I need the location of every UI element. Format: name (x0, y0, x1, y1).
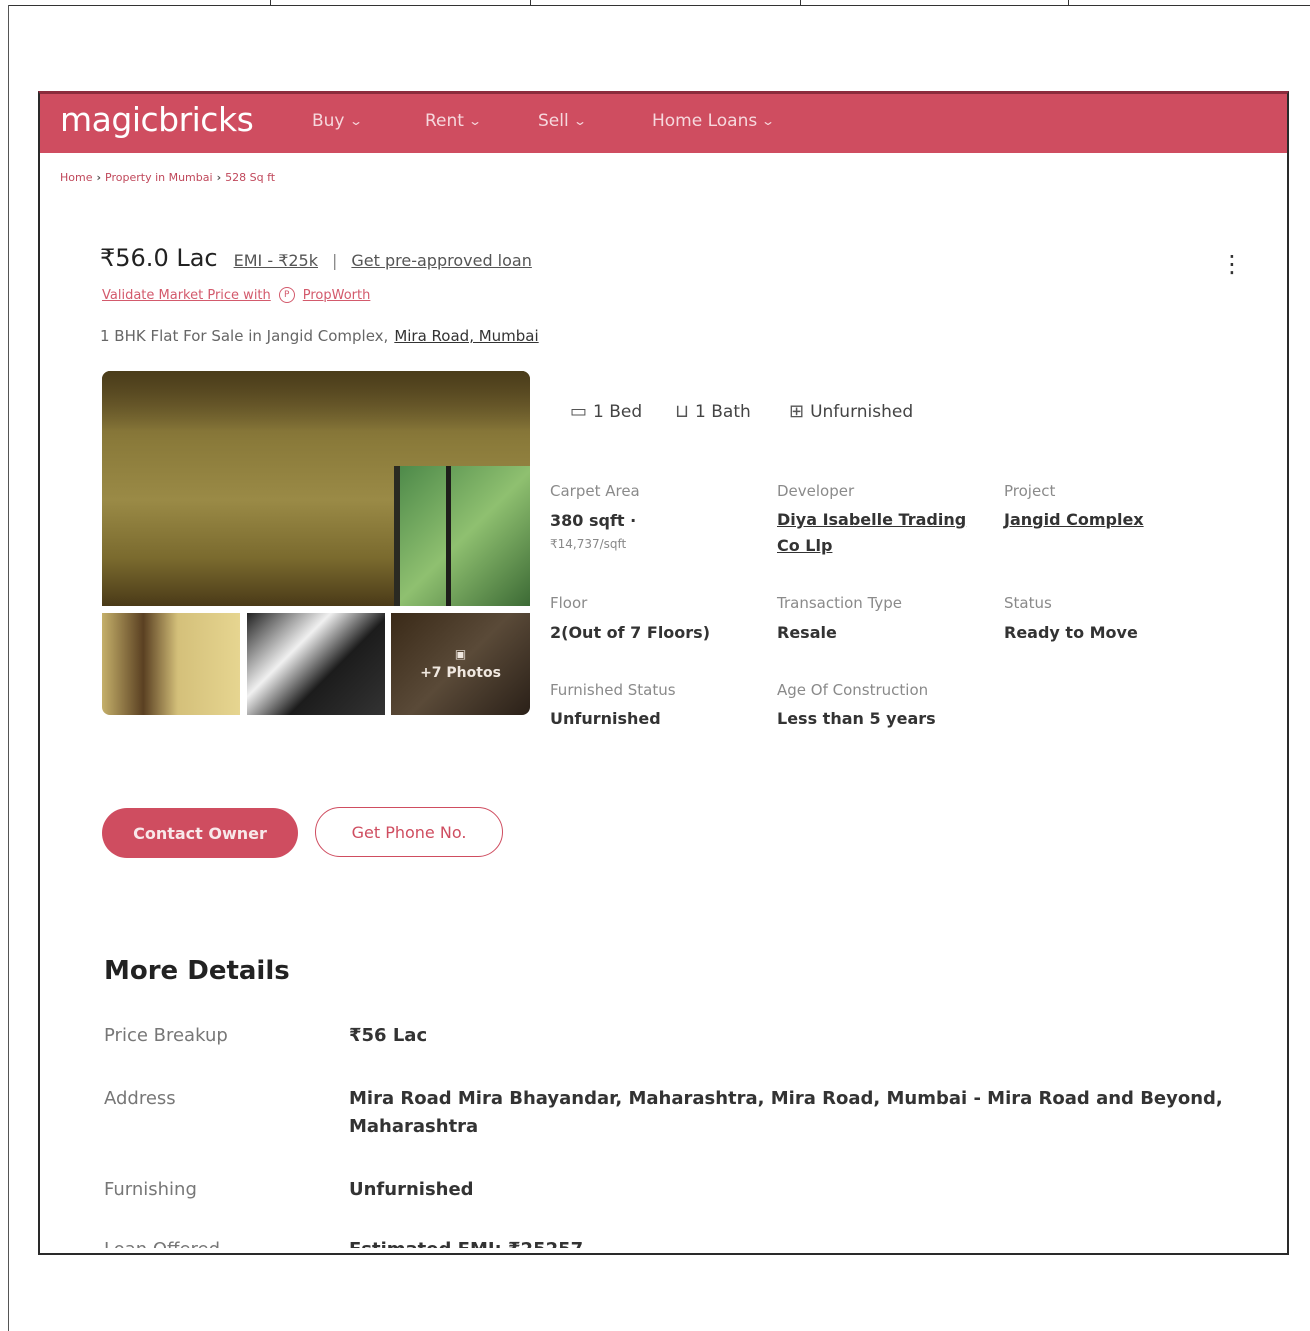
page-tick (800, 0, 801, 6)
price-breakup-label: Price Breakup (104, 1025, 228, 1046)
developer-link[interactable]: Diya Isabelle Trading Co Llp (777, 507, 977, 559)
page-tick (270, 0, 271, 6)
main-property-photo[interactable] (102, 371, 530, 606)
bed-icon: ▭ (570, 401, 588, 422)
more-photos-thumbnail[interactable]: ▣ +7 Photos (391, 613, 530, 715)
furnishing-value: Unfurnished (349, 1179, 474, 1200)
nav-rent[interactable]: Rent ⌄ (425, 111, 483, 131)
status-label: Status (1004, 594, 1052, 612)
propworth-icon: P (278, 287, 295, 303)
photo-thumbnail[interactable] (247, 613, 385, 715)
nav-sell-label: Sell (538, 111, 569, 131)
listing-title-text: 1 BHK Flat For Sale in Jangid Complex, (100, 327, 389, 345)
furnishing-label: Furnishing (104, 1179, 197, 1200)
screenshot-frame: magicbricks Buy ⌄ Rent ⌄ Sell ⌄ Home Loa… (38, 91, 1289, 1255)
breadcrumb: Home › Property in Mumbai › 528 Sq ft (60, 171, 275, 184)
amenity-bed-label: 1 Bed (593, 401, 643, 422)
chevron-down-icon: ⌄ (761, 114, 776, 128)
listing-title: 1 BHK Flat For Sale in Jangid Complex, Mi… (100, 327, 539, 345)
age-label: Age Of Construction (777, 681, 929, 699)
transaction-type-label: Transaction Type (777, 594, 903, 612)
furnishing-icon: ⊞ (789, 401, 805, 422)
emi-link[interactable]: EMI - ₹25k (234, 251, 318, 270)
propworth-link[interactable]: PropWorth (303, 288, 371, 303)
floor-value: 2(Out of 7 Floors) (550, 623, 711, 642)
address-label: Address (104, 1088, 176, 1109)
photo-ceiling (102, 371, 530, 431)
address-value: Mira Road Mira Bhayandar, Maharashtra, M… (349, 1088, 1223, 1137)
status-value: Ready to Move (1004, 623, 1138, 642)
page-tick (530, 0, 531, 6)
breadcrumb-current: 528 Sq ft (225, 171, 276, 184)
nav-home-loans[interactable]: Home Loans ⌄ (652, 111, 776, 131)
chevron-down-icon: ⌄ (348, 114, 363, 128)
page-top-rule (8, 5, 1310, 6)
nav-sell[interactable]: Sell ⌄ (538, 111, 587, 131)
amenity-furnishing-label: Unfurnished (810, 401, 914, 422)
floor-label: Floor (550, 594, 588, 612)
page-tick (1068, 0, 1069, 6)
amenity-bath-label: 1 Bath (695, 401, 751, 422)
get-phone-button[interactable]: Get Phone No. (315, 807, 503, 857)
contact-owner-button[interactable]: Contact Owner (102, 808, 298, 858)
chevron-down-icon: ⌄ (467, 114, 483, 128)
more-photos-label: +7 Photos (420, 665, 501, 681)
pre-approved-loan-link[interactable]: Get pre-approved loan (351, 251, 531, 270)
price-breakup-value: ₹56 Lac (349, 1025, 428, 1046)
divider: | (332, 251, 338, 270)
loan-offered-label: Loan Offered (104, 1236, 220, 1248)
nav-buy-label: Buy (312, 111, 345, 131)
location-link[interactable]: Mira Road, Mumbai (394, 327, 538, 345)
page-left-rule (8, 5, 9, 1331)
gallery-icon: ▣ (454, 647, 467, 661)
nav-rent-label: Rent (425, 111, 464, 131)
photo-window (394, 466, 530, 606)
more-details-title: More Details (104, 956, 290, 986)
nav-home-loans-label: Home Loans (652, 111, 758, 131)
amenity-bed: ▭ 1 Bed (570, 401, 642, 422)
breadcrumb-home[interactable]: Home (60, 171, 92, 184)
price-row: ₹56.0 Lac EMI - ₹25k | Get pre-approved … (100, 244, 532, 272)
breadcrumb-separator: › (216, 171, 222, 184)
chevron-down-icon: ⌄ (572, 114, 587, 128)
listing-price: ₹56.0 Lac (100, 244, 218, 272)
loan-offered-value: Estimated EMI: ₹25257 (349, 1236, 583, 1248)
amenity-bath: ⊔ 1 Bath (675, 401, 751, 422)
bath-icon: ⊔ (675, 401, 690, 422)
nav-buy[interactable]: Buy ⌄ (312, 111, 363, 131)
site-header: magicbricks Buy ⌄ Rent ⌄ Sell ⌄ Home Loa… (40, 94, 1287, 153)
carpet-area-label: Carpet Area (550, 482, 640, 500)
project-label: Project (1004, 482, 1056, 500)
validate-price-row: Validate Market Price with P PropWorth (102, 287, 370, 303)
breadcrumb-separator: › (96, 171, 102, 184)
furnished-status-value: Unfurnished (550, 709, 661, 728)
photo-window-bar (446, 466, 451, 606)
price-per-sqft: ₹14,737/sqft (550, 537, 627, 551)
carpet-area-value: 380 sqft · (550, 511, 637, 530)
validate-price-link[interactable]: Validate Market Price with (102, 288, 271, 303)
amenity-furnishing: ⊞ Unfurnished (789, 401, 913, 422)
project-link[interactable]: Jangid Complex (1004, 507, 1144, 533)
breadcrumb-property[interactable]: Property in Mumbai (105, 171, 213, 184)
site-logo[interactable]: magicbricks (60, 100, 254, 139)
photo-thumbnail[interactable] (102, 613, 240, 715)
developer-label: Developer (777, 482, 855, 500)
furnished-status-label: Furnished Status (550, 681, 676, 699)
transaction-type-value: Resale (777, 623, 837, 642)
more-options-icon[interactable]: ⋮ (1220, 250, 1244, 278)
age-value: Less than 5 years (777, 709, 936, 728)
